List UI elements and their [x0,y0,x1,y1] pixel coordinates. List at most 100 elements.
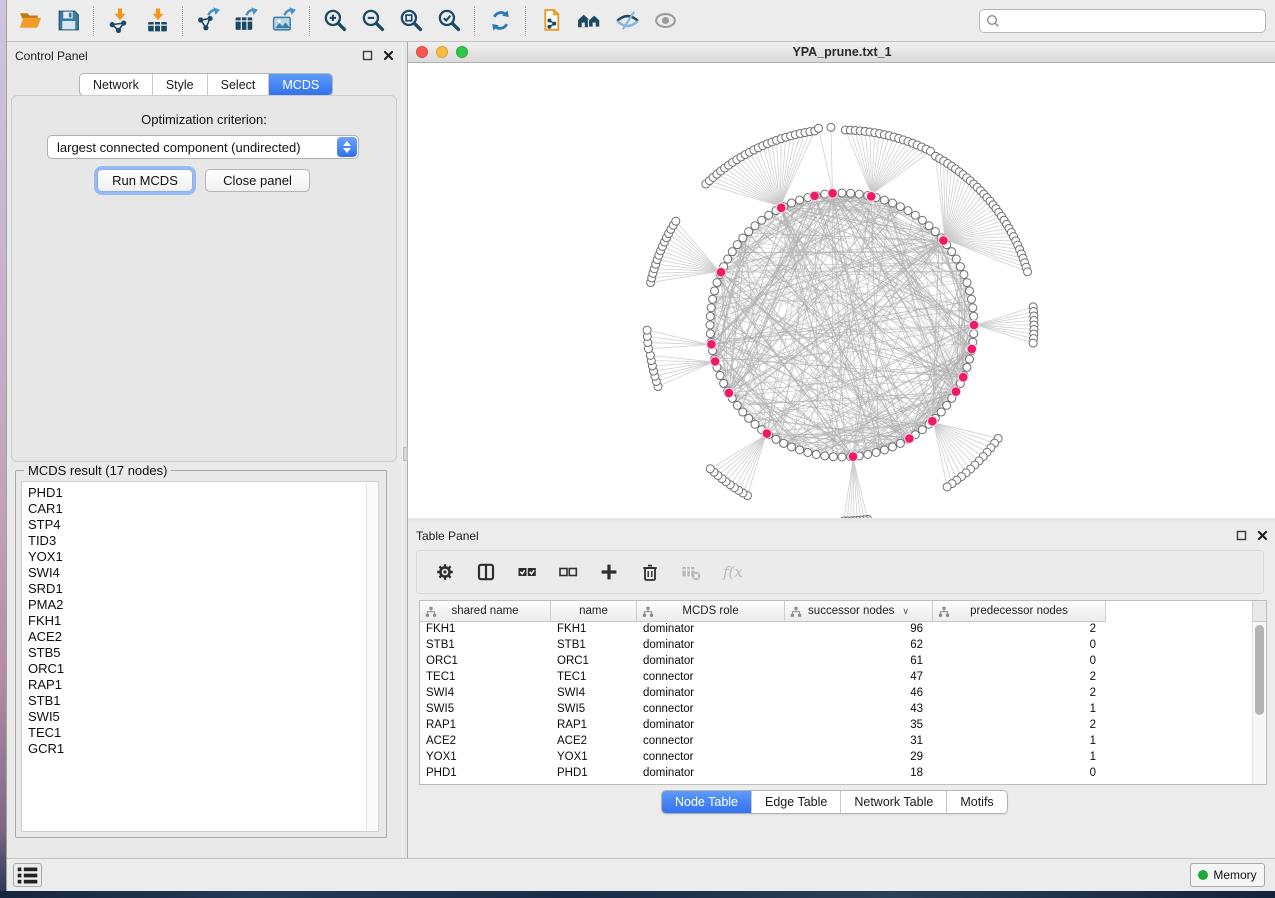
zoom-fit-button[interactable] [392,3,430,39]
float-panel-icon[interactable] [362,49,373,60]
mcds-node-item[interactable]: STP4 [28,517,378,533]
network-node[interactable] [967,295,975,303]
tab-edge-table[interactable]: Edge Table [752,791,841,813]
export-table-button[interactable] [227,3,265,39]
export-image-button[interactable] [265,3,303,39]
table-row[interactable]: RAP1RAP1dominator352 [420,718,1266,734]
column-header-shared-name[interactable]: shared name [420,601,551,622]
memory-button[interactable]: Memory [1190,863,1265,887]
network-node[interactable] [872,449,880,457]
mcds-hub-node[interactable] [905,434,915,444]
network-leaf-node[interactable] [1029,339,1037,347]
network-node[interactable] [720,379,728,387]
float-table-panel-icon[interactable] [1236,529,1247,540]
network-node[interactable] [838,189,846,197]
network-node[interactable] [880,446,888,454]
network-node[interactable] [716,372,724,380]
tab-node-table[interactable]: Node Table [662,791,752,813]
network-node[interactable] [918,426,926,434]
export-network-button[interactable] [189,3,227,39]
network-node[interactable] [948,248,956,256]
network-leaf-node[interactable] [827,123,835,131]
mcds-node-item[interactable]: STB1 [28,693,378,709]
network-node[interactable] [739,234,747,242]
node-table[interactable]: shared namenameMCDS rolesuccessor nodes∨… [419,600,1267,785]
network-node[interactable] [966,287,974,295]
network-node[interactable] [970,312,978,320]
network-leaf-node[interactable] [1024,268,1032,276]
mcds-node-item[interactable]: SWI4 [28,565,378,581]
table-row[interactable]: YOX1YOX1connector291 [420,750,1266,766]
table-row[interactable]: TEC1TEC1connector472 [420,670,1266,686]
network-node[interactable] [751,420,759,428]
network-node[interactable] [772,435,780,443]
mcds-hub-node[interactable] [707,339,717,349]
network-leaf-node[interactable] [643,326,651,334]
close-table-panel-icon[interactable] [1257,529,1268,540]
mcds-hub-node[interactable] [969,320,979,330]
mcds-node-item[interactable]: ACE2 [28,629,378,645]
network-node[interactable] [855,190,863,198]
show-hidden-button[interactable] [646,3,684,39]
mcds-hub-node[interactable] [939,236,949,246]
search-input[interactable] [1004,14,1259,28]
network-node[interactable] [751,222,759,230]
network-node[interactable] [713,279,721,287]
mcds-hub-node[interactable] [810,191,820,201]
mcds-hub-node[interactable] [776,203,786,213]
network-node[interactable] [880,196,888,204]
table-row[interactable]: ORC1ORC1dominator610 [420,654,1266,670]
mcds-hub-node[interactable] [710,357,720,367]
network-node[interactable] [706,312,714,320]
network-node[interactable] [896,203,904,211]
network-node[interactable] [963,279,971,287]
network-node[interactable] [918,216,926,224]
mcds-hub-node[interactable] [724,388,734,398]
tab-network-table[interactable]: Network Table [841,791,947,813]
show-columns-button[interactable] [474,560,498,584]
open-file-button[interactable] [11,3,49,39]
mcds-node-item[interactable]: ORC1 [28,661,378,677]
zoom-selected-button[interactable] [430,3,468,39]
criterion-select[interactable]: largest connected component (undirected) [47,135,359,159]
network-node[interactable] [969,304,977,312]
deselect-all-rows-button[interactable] [556,560,580,584]
mcds-node-item[interactable]: YOX1 [28,549,378,565]
network-node[interactable] [970,330,978,338]
mcds-node-item[interactable]: SRD1 [28,581,378,597]
tab-network[interactable]: Network [80,74,153,95]
mcds-node-item[interactable]: FKH1 [28,613,378,629]
network-node[interactable] [952,255,960,263]
table-row[interactable]: SWI4SWI4dominator462 [420,686,1266,702]
mcds-hub-node[interactable] [951,387,961,397]
import-table-button[interactable] [138,3,176,39]
mcds-node-item[interactable]: PHD1 [28,485,378,501]
network-node[interactable] [804,449,812,457]
column-header-predecessor-nodes[interactable]: predecessor nodes [933,601,1106,622]
network-node[interactable] [733,401,741,409]
mcds-hub-node[interactable] [958,372,968,382]
import-network-button[interactable] [100,3,138,39]
network-node[interactable] [710,287,718,295]
network-node[interactable] [904,207,912,215]
mcds-node-item[interactable]: TEC1 [28,725,378,741]
table-row[interactable]: SWI5SWI5connector431 [420,702,1266,718]
select-all-rows-button[interactable] [515,560,539,584]
network-node[interactable] [745,228,753,236]
network-node[interactable] [787,443,795,451]
mcds-hub-node[interactable] [928,416,938,426]
network-node[interactable] [931,228,939,236]
tab-select[interactable]: Select [208,74,270,95]
table-row[interactable]: PHD1PHD1dominator180 [420,766,1266,782]
network-node[interactable] [963,363,971,371]
close-panel-button[interactable]: Close panel [205,169,310,192]
table-scrollbar[interactable] [1252,622,1266,784]
network-canvas[interactable] [408,63,1275,560]
network-node[interactable] [829,453,837,461]
network-node[interactable] [724,255,732,263]
network-node[interactable] [966,355,974,363]
network-node[interactable] [847,189,855,197]
network-leaf-node[interactable] [815,124,823,132]
network-node[interactable] [706,321,714,329]
network-node[interactable] [709,295,717,303]
